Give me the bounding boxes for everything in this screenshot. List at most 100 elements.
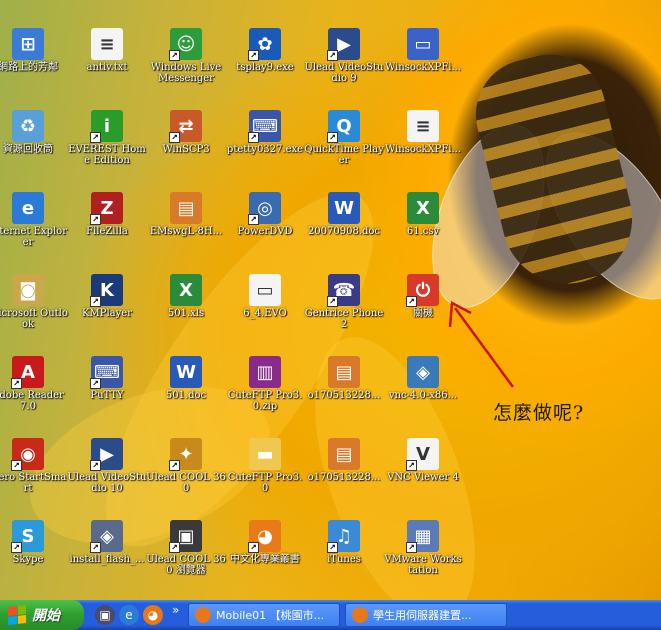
desktop-icon[interactable]: ▭ WinsockXPFi... bbox=[383, 28, 463, 73]
shortcut-arrow-icon: ↗ bbox=[90, 542, 101, 553]
network-places-icon: ⊞ bbox=[12, 28, 44, 60]
desktop-icon[interactable]: ≡ WinsockXPFi... bbox=[383, 110, 463, 155]
annotation-text: 怎麼做呢? bbox=[493, 402, 585, 424]
desktop-icon[interactable]: ◙Microsoft Outlook bbox=[0, 274, 68, 330]
shortcut-arrow-icon: ↗ bbox=[90, 460, 101, 471]
desktop-icon[interactable]: ◉↗Nero StartSmart bbox=[0, 438, 68, 494]
desktop-icon[interactable]: W 501.doc bbox=[146, 356, 226, 401]
taskbar-window-button[interactable]: 學生用伺服器建置... bbox=[345, 603, 507, 627]
shortcut-arrow-icon: ↗ bbox=[11, 542, 22, 553]
desktop-icon-label: Skype bbox=[12, 554, 44, 565]
shortcut-arrow-icon: ↗ bbox=[406, 542, 417, 553]
desktop-icon-label: Adobe Reader 7.0 bbox=[0, 390, 64, 412]
desktop-icon-label: 網路上的芳鄰 bbox=[0, 62, 58, 73]
desktop-icon-label: PuTTY bbox=[90, 390, 124, 401]
tsplay-icon: ✿ ↗ bbox=[248, 28, 281, 61]
taskbar-window-button[interactable]: Mobile01 【桃園市... bbox=[188, 603, 340, 627]
desktop-icon[interactable]: X 61.csv bbox=[383, 192, 463, 237]
word-doc-icon: W bbox=[328, 192, 360, 224]
shortcut-arrow-icon: ↗ bbox=[248, 542, 259, 553]
quick-launch-overflow-icon[interactable]: » bbox=[172, 603, 179, 617]
word-doc-icon: W bbox=[170, 356, 202, 388]
desktop-icon[interactable]: ▶ ↗ Ulead VideoStudio 10 bbox=[67, 438, 147, 494]
desktop-icon[interactable]: ▥ CuteFTP Pro3.0.zip bbox=[225, 356, 305, 412]
desktop-icon[interactable]: ⊞ 網路上的芳鄰 bbox=[0, 28, 68, 73]
desktop-icon[interactable]: ✦ ↗ Ulead COOL 360 bbox=[146, 438, 226, 494]
desktop-icon[interactable]: ▦ ↗ VMware Workstation bbox=[383, 520, 463, 576]
recycle-bin-icon: ♻ bbox=[12, 110, 44, 142]
internet-explorer-icon[interactable]: e bbox=[119, 605, 139, 625]
desktop-icon[interactable]: ♫ ↗ iTunes bbox=[304, 520, 384, 565]
desktop-icon-label: PowerDVD bbox=[237, 226, 293, 237]
desktop-icon[interactable]: Q ↗ QuickTime Player bbox=[304, 110, 384, 166]
desktop-icon-label: WinsockXPFi... bbox=[384, 144, 462, 155]
shortcut-arrow-icon: ↗ bbox=[90, 378, 101, 389]
desktop-icon-label: antiv.txt bbox=[86, 62, 128, 73]
desktop-icon-label: 資源回收筒 bbox=[3, 144, 53, 155]
archive-file-icon: ▤ bbox=[328, 356, 360, 388]
shortcut-arrow-icon: ↗ bbox=[248, 132, 259, 143]
desktop-icon[interactable]: ▣ ↗ Ulead COOL 360 瀏覽器 bbox=[146, 520, 226, 576]
putty-exe-icon: ⌨ ↗ bbox=[248, 110, 281, 143]
desktop-icon[interactable]: ◎ ↗ PowerDVD bbox=[225, 192, 305, 237]
desktop-icon[interactable]: S ↗ Skype bbox=[0, 520, 68, 565]
start-button[interactable]: 開始 bbox=[0, 600, 84, 630]
nero-icon: ◉ ↗ bbox=[11, 438, 44, 471]
desktop-icon-label: 中文化專業叢書 bbox=[230, 554, 300, 565]
desktop-icon[interactable]: ☺ ↗ Windows Live Messenger bbox=[146, 28, 226, 84]
desktop-icon[interactable]: ▤ o170513228... bbox=[304, 438, 384, 483]
desktop-icon[interactable]: ⇄ ↗ WinSCP3 bbox=[146, 110, 226, 155]
desktop-icon[interactable]: A↗Adobe Reader 7.0 bbox=[0, 356, 68, 412]
adobe-reader-icon: A ↗ bbox=[11, 356, 44, 389]
itunes-icon: ♫ ↗ bbox=[327, 520, 360, 553]
desktop-icon[interactable]: ⏻ ↗ 關機 bbox=[383, 274, 463, 319]
desktop-icon[interactable]: V ↗ VNC Viewer 4 bbox=[383, 438, 463, 483]
shortcut-arrow-icon: ↗ bbox=[406, 460, 417, 471]
firefox-icon[interactable]: ◕ bbox=[143, 605, 163, 625]
outlook-icon: ◙ bbox=[12, 274, 44, 306]
desktop-icon[interactable]: ♻ 資源回收筒 bbox=[0, 110, 68, 155]
shortcut-arrow-icon: ↗ bbox=[406, 296, 417, 307]
desktop-icon-label: ptetty0327.exe bbox=[226, 144, 304, 155]
shortcut-arrow-icon: ↗ bbox=[327, 50, 338, 61]
internet-explorer-icon: e bbox=[12, 192, 44, 224]
desktop-icon-label: 關機 bbox=[413, 308, 433, 319]
desktop-icon[interactable]: X 501.xls bbox=[146, 274, 226, 319]
desktop-icon[interactable]: ▶ ↗ Ulead VideoStudio 9 bbox=[304, 28, 384, 84]
desktop-icon[interactable]: ◕ ↗ 中文化專業叢書 bbox=[225, 520, 305, 565]
desktop-icon[interactable]: ◈ vnc-4.0-x86... bbox=[383, 356, 463, 401]
installer-icon: ◈ ↗ bbox=[90, 520, 123, 553]
desktop-icon-label: Ulead COOL 360 瀏覽器 bbox=[146, 554, 226, 576]
desktop-icon[interactable]: i ↗ EVEREST Home Edition bbox=[67, 110, 147, 166]
document-icon: ≡ bbox=[407, 110, 439, 142]
phone-icon: ☎ ↗ bbox=[327, 274, 360, 307]
desktop[interactable]: 怎麼做呢? ⊞ 網路上的芳鄰 ≡ antiv.txt ☺ ↗ Windows Live Me… bbox=[0, 0, 661, 600]
desktop-icon[interactable]: ≡ antiv.txt bbox=[67, 28, 147, 73]
vmware-icon: ▦ ↗ bbox=[406, 520, 439, 553]
desktop-icon[interactable]: ⌨ ↗ ptetty0327.exe bbox=[225, 110, 305, 155]
ulead-browser-icon: ▣ ↗ bbox=[169, 520, 202, 553]
winrar-icon: ▥ bbox=[249, 356, 281, 388]
desktop-icon[interactable]: ▤ o170513228... bbox=[304, 356, 384, 401]
desktop-icon[interactable]: K ↗ KMPlayer bbox=[67, 274, 147, 319]
shortcut-arrow-icon: ↗ bbox=[169, 460, 180, 471]
ulead-videostudio-icon: ▶ ↗ bbox=[90, 438, 123, 471]
desktop-icon[interactable]: ⌨ ↗ PuTTY bbox=[67, 356, 147, 401]
desktop-icon-label: WinSCP3 bbox=[162, 144, 210, 155]
desktop-icon[interactable]: ▤ EMswgL-8H... bbox=[146, 192, 226, 237]
desktop-icon[interactable]: ✿ ↗ tsplay9.exe bbox=[225, 28, 305, 73]
desktop-icon[interactable]: eInternet Explorer bbox=[0, 192, 68, 248]
desktop-icon[interactable]: ▬ CuteFTP Pro3.0 bbox=[225, 438, 305, 494]
desktop-icon[interactable]: ☎ ↗ Gentrice Phone2 bbox=[304, 274, 384, 330]
desktop-icon-label: 501.doc bbox=[165, 390, 207, 401]
desktop-icon-label: Windows Live Messenger bbox=[150, 62, 222, 84]
desktop-icon[interactable]: ◈ ↗ install_flash_... bbox=[67, 520, 147, 565]
quicktime-icon: Q ↗ bbox=[327, 110, 360, 143]
desktop-icon-label: CuteFTP Pro3.0 bbox=[227, 472, 303, 494]
desktop-icon[interactable]: Z ↗ FileZilla bbox=[67, 192, 147, 237]
desktop-icon[interactable]: ▭ 6_4.EVO bbox=[225, 274, 305, 319]
desktop-icon[interactable]: W 20070908.doc bbox=[304, 192, 384, 237]
show-desktop-icon[interactable]: ▣ bbox=[95, 605, 115, 625]
desktop-icon-label: Gentrice Phone2 bbox=[304, 308, 384, 330]
everest-icon: i ↗ bbox=[90, 110, 123, 143]
